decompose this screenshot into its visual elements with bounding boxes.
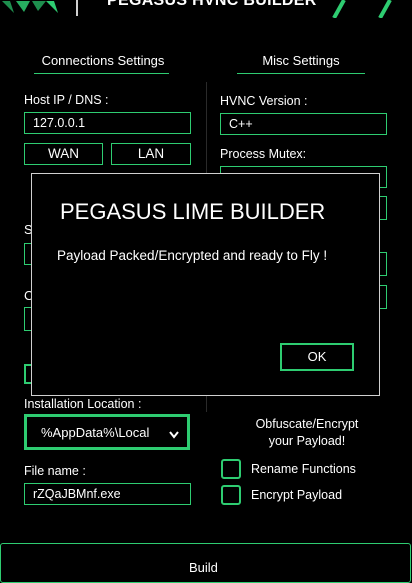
- lan-button[interactable]: LAN: [111, 143, 191, 165]
- left-field-2[interactable]: [24, 243, 31, 265]
- obfuscate-heading-line1: Obfuscate/Encrypt: [255, 417, 359, 431]
- encrypt-payload-label: Encrypt Payload: [251, 488, 343, 502]
- dialog-message: Payload Packed/Encrypted and ready to Fl…: [57, 248, 328, 263]
- misc-settings-title: Misc Settings: [262, 53, 340, 68]
- ok-button[interactable]: OK: [280, 343, 354, 371]
- build-button[interactable]: Build: [0, 543, 411, 583]
- process-mutex-label: Process Mutex:: [220, 147, 307, 161]
- left-field-3[interactable]: [24, 307, 31, 331]
- chevron-down-icon: [169, 427, 179, 442]
- app-logo: [0, 0, 62, 13]
- message-dialog: PEGASUS LIME BUILDER Payload Packed/Encr…: [31, 173, 380, 396]
- installation-location-select[interactable]: %AppData%\Local: [24, 414, 190, 450]
- pegasus-logo-icon: [2, 1, 58, 13]
- dialog-title: PEGASUS LIME BUILDER: [60, 199, 326, 224]
- encrypt-payload-checkbox[interactable]: [221, 485, 241, 505]
- installation-location-label: Installation Location :: [24, 397, 142, 411]
- left-checkbox-partial[interactable]: [24, 364, 31, 384]
- hvnc-version-input[interactable]: C++: [220, 113, 387, 135]
- build-button-label: Build: [189, 560, 218, 575]
- rename-functions-checkbox[interactable]: [221, 459, 241, 479]
- misc-settings-underline: [237, 73, 365, 74]
- header-decoration: [330, 0, 412, 19]
- file-name-input[interactable]: rZQaJBMnf.exe: [24, 483, 191, 505]
- header-divider: [76, 0, 78, 16]
- rename-functions-label: Rename Functions: [251, 462, 356, 476]
- host-label: Host IP / DNS :: [24, 93, 109, 107]
- obfuscate-heading-line2: your Payload!: [268, 434, 346, 448]
- installation-location-value: %AppData%\Local: [41, 425, 150, 440]
- window-title: PEGASUS HVNC BUILDER: [107, 0, 317, 9]
- left-label-fragment-1: S: [24, 222, 31, 236]
- connections-settings-underline: [34, 73, 169, 74]
- wan-button[interactable]: WAN: [24, 143, 103, 165]
- left-label-fragment-2: C: [24, 288, 31, 302]
- host-input[interactable]: 127.0.0.1: [24, 112, 191, 134]
- hvnc-version-label: HVNC Version :: [220, 94, 308, 108]
- obfuscate-heading: Obfuscate/Encrypt your Payload!: [232, 416, 382, 450]
- file-name-label: File name :: [24, 464, 86, 478]
- connections-settings-title: Connections Settings: [41, 53, 165, 68]
